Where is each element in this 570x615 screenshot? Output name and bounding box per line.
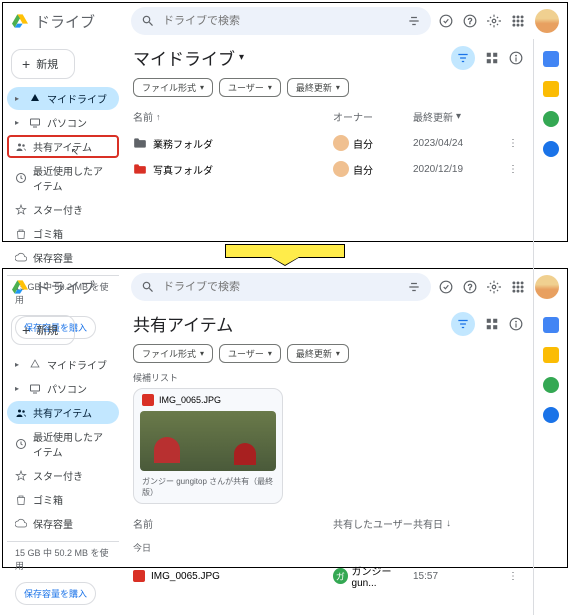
column-headers: 名前↑ オーナー 最終更新▾	[133, 105, 523, 130]
nav-mydrive[interactable]: ▸マイドライブ	[7, 87, 119, 110]
info-icon[interactable]	[509, 51, 523, 65]
nav-trash[interactable]: ゴミ箱	[7, 488, 119, 511]
chip-user[interactable]: ユーザー	[219, 344, 281, 363]
nav-trash[interactable]: ゴミ箱	[7, 222, 119, 245]
owner-avatar: ガ	[333, 568, 348, 584]
file-row[interactable]: 業務フォルダ 自分 2023/04/24 ⋮	[133, 130, 523, 156]
side-keep-icon[interactable]	[543, 347, 559, 363]
search-bar[interactable]	[131, 7, 431, 35]
nav-mydrive[interactable]: ▸マイドライブ	[7, 353, 119, 376]
side-contacts-icon[interactable]	[543, 407, 559, 423]
nav-starred[interactable]: スター付き	[7, 464, 119, 487]
nav-shared[interactable]: 共有アイテム	[7, 401, 119, 424]
more-icon[interactable]: ⋮	[503, 164, 523, 175]
search-options-icon[interactable]	[407, 14, 421, 28]
app-title: ドライブ	[35, 11, 95, 32]
file-row[interactable]: 写真フォルダ 自分 2020/12/19 ⋮	[133, 156, 523, 182]
chip-user[interactable]: ユーザー	[219, 78, 281, 97]
nav-storage[interactable]: 保存容量	[7, 512, 119, 535]
filter-button[interactable]	[451, 46, 475, 70]
offline-icon[interactable]	[439, 14, 453, 28]
chip-updated[interactable]: 最終更新	[287, 344, 349, 363]
nav-computers[interactable]: ▸パソコン	[7, 377, 119, 400]
account-avatar[interactable]	[535, 275, 559, 299]
svg-text:?: ?	[468, 17, 473, 26]
buy-storage-button[interactable]: 保存容量を購入	[15, 582, 96, 605]
side-contacts-icon[interactable]	[543, 141, 559, 157]
side-calendar-icon[interactable]	[543, 51, 559, 67]
group-label: 今日	[133, 541, 523, 554]
column-headers: 名前 共有したユーザー 共有日↓	[133, 512, 523, 537]
owner-avatar	[333, 161, 349, 177]
side-calendar-icon[interactable]	[543, 317, 559, 333]
page-title: 共有アイテム	[133, 311, 233, 336]
nav-starred[interactable]: スター付き	[7, 198, 119, 221]
storage-text: 15 GB 中 50.2 MB を使用	[7, 541, 119, 576]
card-thumbnail	[140, 411, 276, 471]
chip-filetype[interactable]: ファイル形式	[133, 344, 213, 363]
settings-icon[interactable]	[487, 14, 501, 28]
section-label: 候補リスト	[133, 371, 523, 384]
nav-storage[interactable]: 保存容量	[7, 246, 119, 269]
chip-updated[interactable]: 最終更新	[287, 78, 349, 97]
search-icon	[141, 14, 155, 28]
help-icon[interactable]: ?	[463, 14, 477, 28]
app-title: ドライブ	[35, 277, 95, 298]
image-file-icon	[142, 394, 154, 406]
side-tasks-icon[interactable]	[543, 377, 559, 393]
filter-button[interactable]	[451, 312, 475, 336]
side-keep-icon[interactable]	[543, 81, 559, 97]
apps-icon[interactable]	[511, 14, 525, 28]
nav-computers[interactable]: ▸パソコン	[7, 111, 119, 134]
info-icon[interactable]	[509, 317, 523, 331]
owner-avatar	[333, 135, 349, 151]
nav-recent[interactable]: 最近使用したアイテム	[7, 159, 119, 197]
page-title[interactable]: マイドライブ▾	[133, 45, 244, 70]
nav-shared[interactable]: 共有アイテム↖	[7, 135, 119, 158]
more-icon[interactable]: ⋮	[503, 138, 523, 149]
search-input[interactable]	[163, 15, 399, 27]
drive-logo[interactable]: ドライブ	[11, 277, 123, 298]
file-row[interactable]: IMG_0065.JPG ガガンジー gun... 15:57 ⋮	[133, 558, 523, 594]
chip-filetype[interactable]: ファイル形式	[133, 78, 213, 97]
grid-view-icon[interactable]	[485, 51, 499, 65]
image-file-icon	[133, 570, 145, 582]
side-tasks-icon[interactable]	[543, 111, 559, 127]
drive-logo[interactable]: ドライブ	[11, 11, 123, 32]
nav-recent[interactable]: 最近使用したアイテム	[7, 425, 119, 463]
new-button[interactable]: +新規	[11, 49, 75, 79]
flow-arrow	[225, 244, 345, 258]
account-avatar[interactable]	[535, 9, 559, 33]
suggestion-card[interactable]: IMG_0065.JPG ガンジー gungitop さんが共有（最終版）	[133, 388, 283, 504]
cursor-icon: ↖	[71, 147, 79, 158]
more-icon[interactable]: ⋮	[503, 571, 523, 582]
new-button[interactable]: +新規	[11, 315, 75, 345]
grid-view-icon[interactable]	[485, 317, 499, 331]
